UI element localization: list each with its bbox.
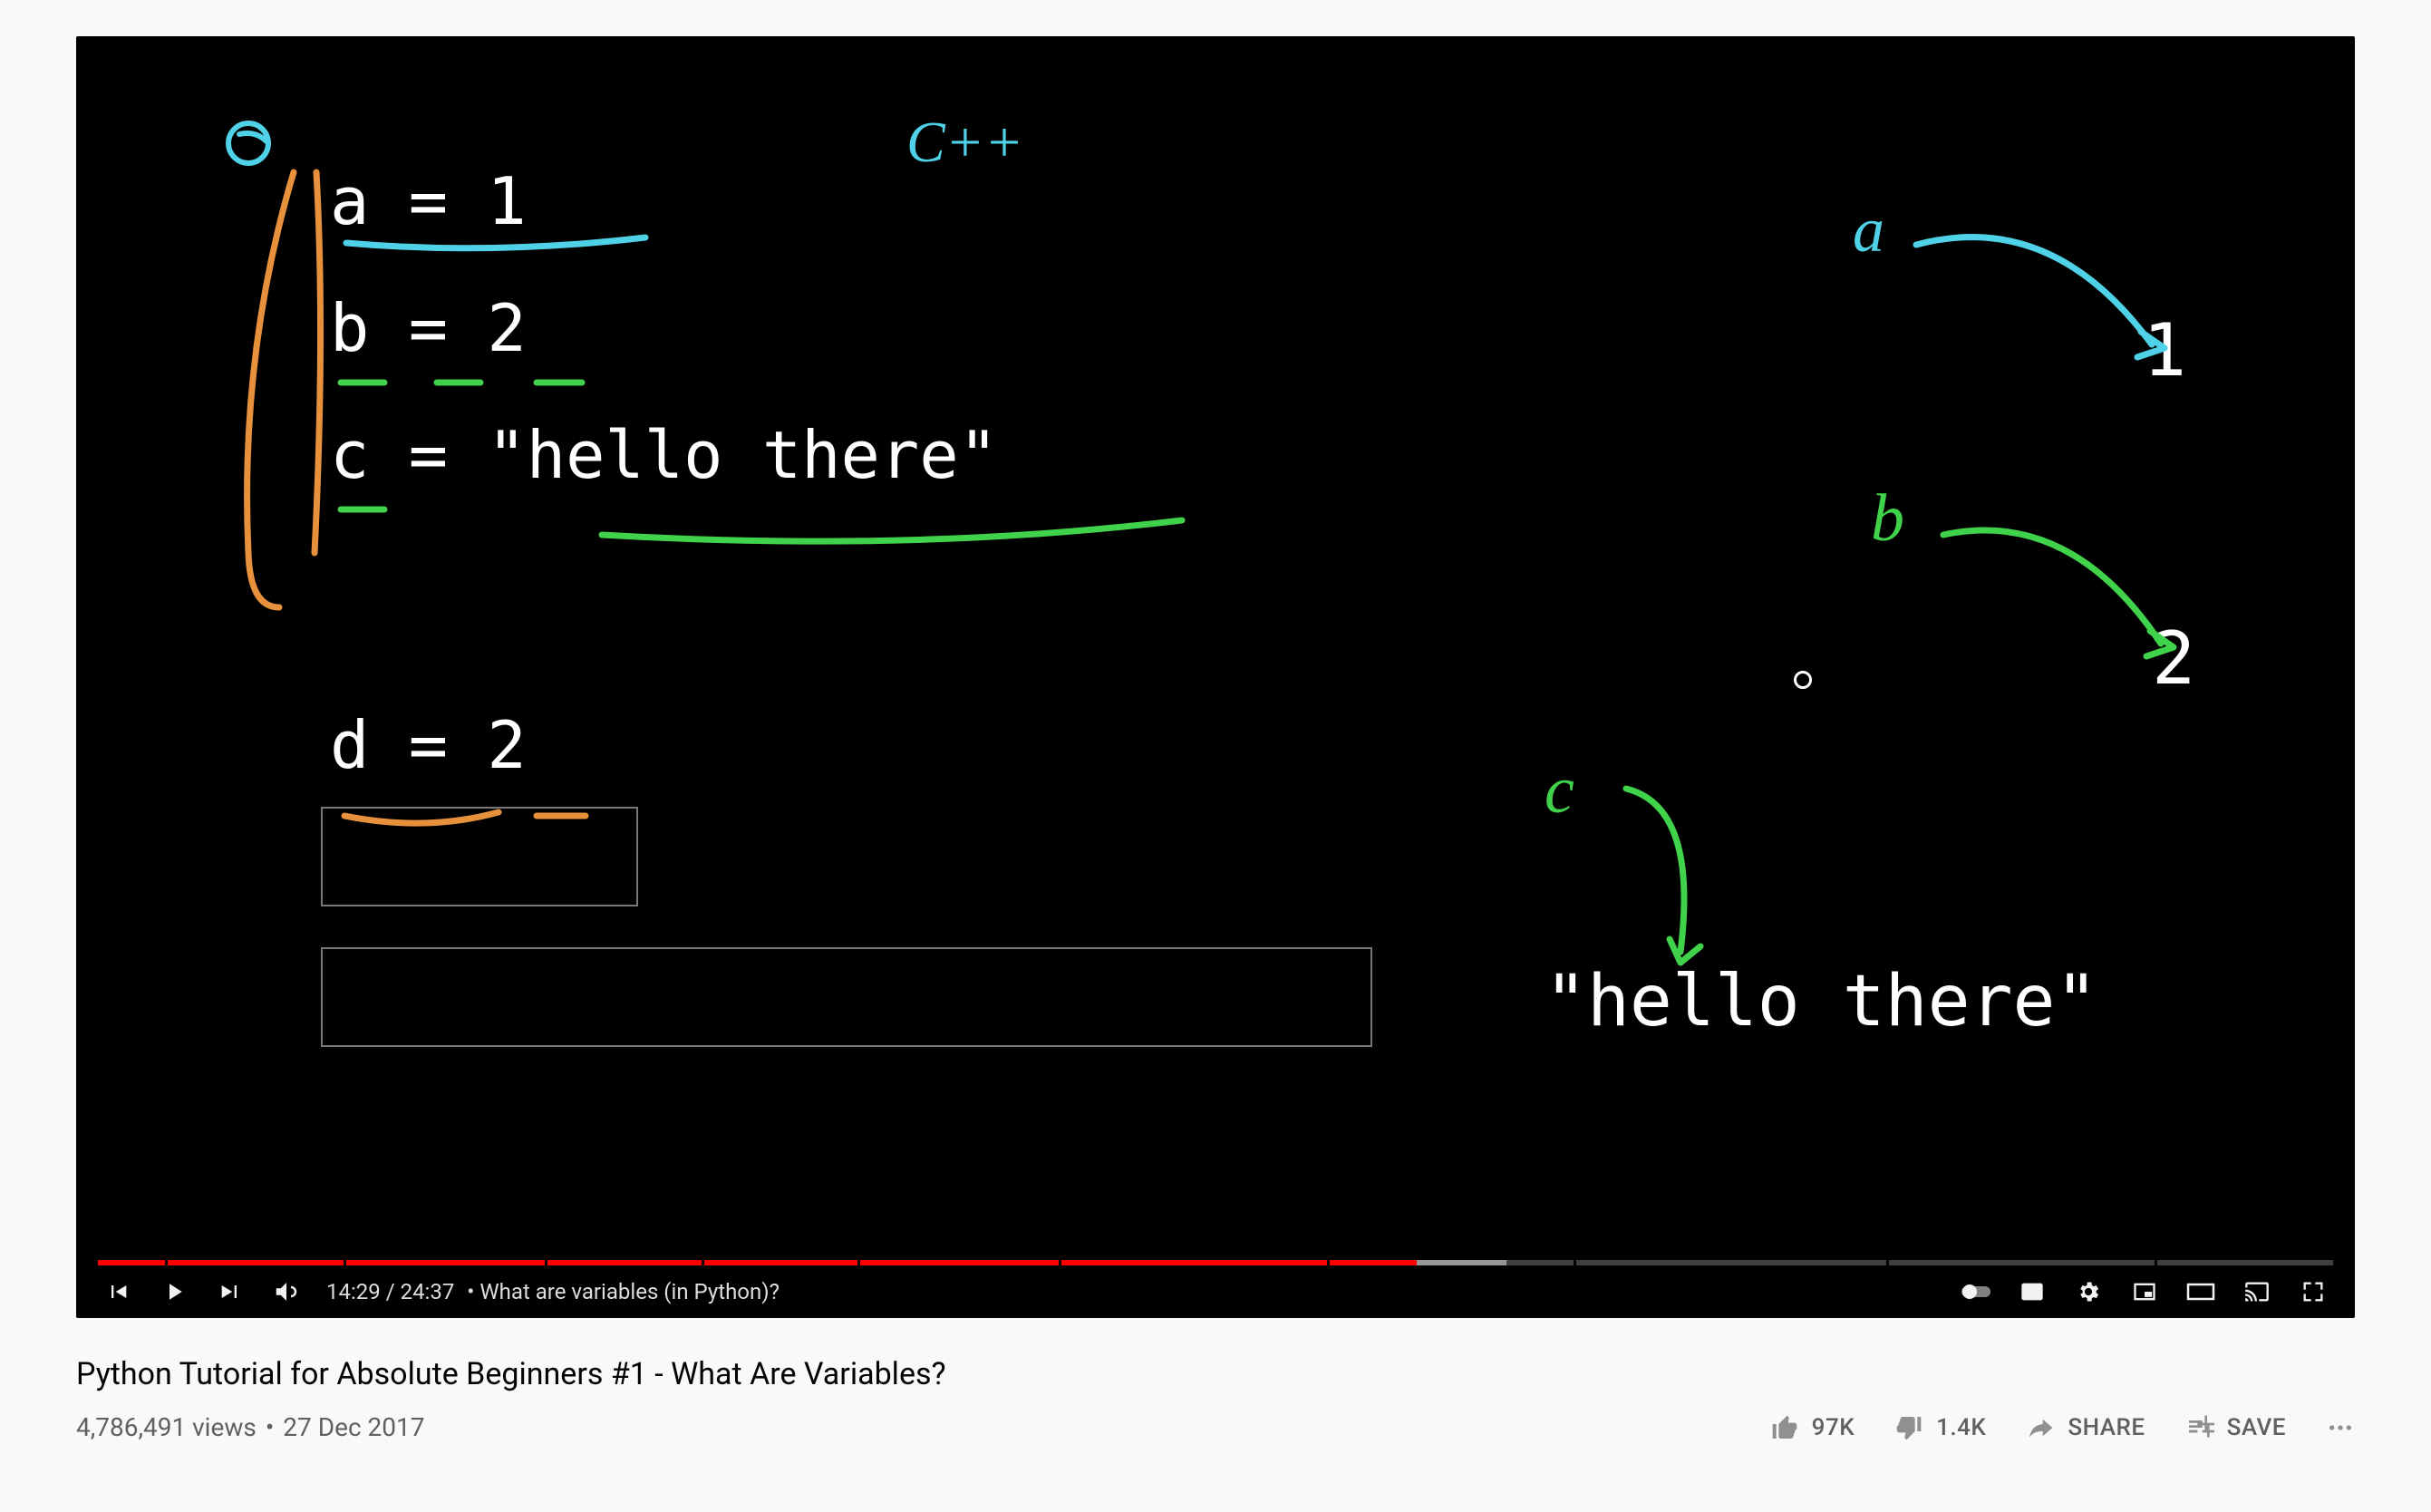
dot-separator: • xyxy=(266,1412,274,1442)
theater-button[interactable] xyxy=(2179,1270,2223,1313)
save-button[interactable]: SAVE xyxy=(2185,1413,2286,1442)
meta-row: 4,786,491 views • 27 Dec 2017 97K 1.4K S… xyxy=(76,1412,2355,1442)
video-frame: C++ a = 1 b = 2 c = "hello there" d = 2 xyxy=(76,36,2355,1318)
save-label: SAVE xyxy=(2227,1414,2286,1441)
empty-box-2 xyxy=(321,947,1372,1047)
chapter-name[interactable]: • What are variables (in Python)? xyxy=(461,1279,780,1304)
video-player[interactable]: C++ a = 1 b = 2 c = "hello there" d = 2 xyxy=(76,36,2355,1318)
settings-button[interactable] xyxy=(2067,1270,2110,1313)
miniplayer-button[interactable] xyxy=(2123,1270,2166,1313)
subtitles-button[interactable] xyxy=(2010,1270,2054,1313)
share-icon xyxy=(2026,1413,2055,1442)
thumb-down-icon xyxy=(1894,1413,1923,1442)
more-horizontal-icon xyxy=(2326,1413,2355,1442)
player-controls: 14:29 / 24:37 • What are variables (in P… xyxy=(76,1265,2355,1318)
thumb-up-icon xyxy=(1770,1413,1799,1442)
like-count: 97K xyxy=(1812,1414,1855,1441)
time-total: 24:37 xyxy=(401,1279,455,1304)
arrow-b xyxy=(1934,499,2206,662)
fullscreen-button[interactable] xyxy=(2291,1270,2335,1313)
empty-box-1 xyxy=(321,807,638,906)
cursor-indicator xyxy=(1794,671,1812,689)
share-label: SHARE xyxy=(2068,1414,2145,1441)
dislike-count: 1.4K xyxy=(1936,1414,1986,1441)
view-count: 4,786,491 views xyxy=(76,1412,257,1442)
autoplay-toggle[interactable] xyxy=(1954,1270,1998,1313)
arrow-c xyxy=(1608,780,1735,979)
play-button[interactable] xyxy=(152,1270,196,1313)
upload-date: 27 Dec 2017 xyxy=(283,1412,424,1442)
annotation-strokes xyxy=(131,91,1309,906)
chapter-label: What are variables (in Python)? xyxy=(479,1279,780,1304)
like-button[interactable]: 97K xyxy=(1770,1413,1855,1442)
volume-button[interactable] xyxy=(265,1270,308,1313)
arrow-a xyxy=(1907,208,2197,363)
var-b-label: b xyxy=(1871,480,1904,557)
time-display: 14:29 / 24:37 xyxy=(326,1279,454,1304)
next-button[interactable] xyxy=(208,1270,252,1313)
share-button[interactable]: SHARE xyxy=(2026,1413,2145,1442)
var-c-label: c xyxy=(1545,752,1574,829)
time-current: 14:29 xyxy=(326,1279,381,1304)
more-actions-button[interactable] xyxy=(2326,1413,2355,1442)
playlist-add-icon xyxy=(2185,1413,2214,1442)
previous-button[interactable] xyxy=(96,1270,140,1313)
cast-button[interactable] xyxy=(2235,1270,2279,1313)
video-title: Python Tutorial for Absolute Beginners #… xyxy=(76,1356,2355,1392)
var-a-label: a xyxy=(1853,195,1884,267)
dislike-button[interactable]: 1.4K xyxy=(1894,1413,1986,1442)
